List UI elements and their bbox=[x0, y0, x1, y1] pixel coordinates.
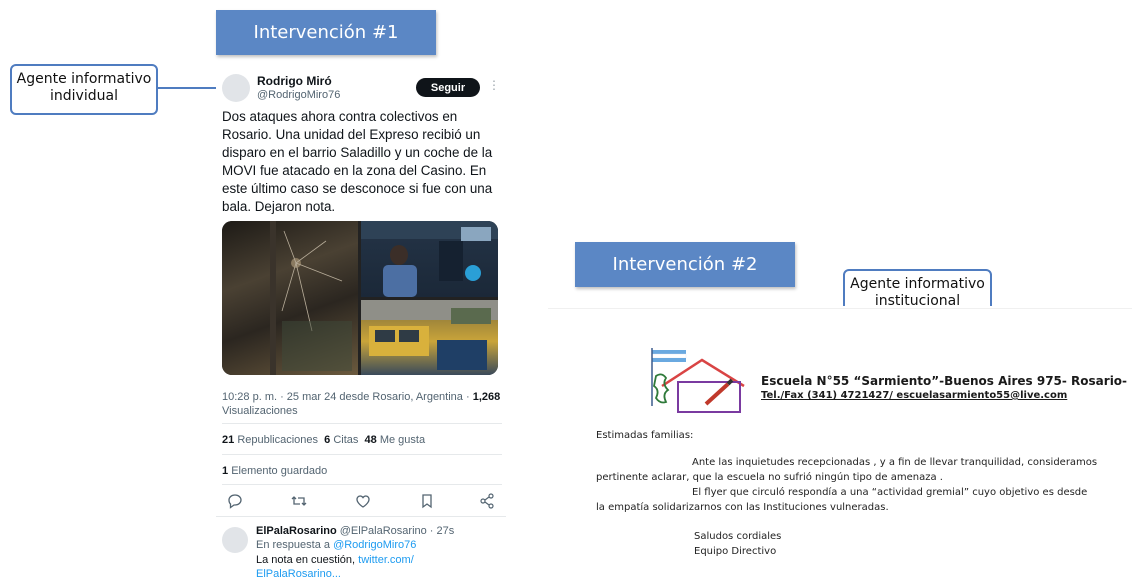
reply-text: La nota en cuestión, twitter.com/ bbox=[256, 554, 414, 566]
reply-link-part2[interactable]: ElPalaRosarino... bbox=[256, 568, 341, 580]
school-letter: Escuela N°55 “Sarmiento”-Buenos Aires 97… bbox=[548, 306, 1132, 586]
school-name: Escuela N°55 “Sarmiento”-Buenos Aires 97… bbox=[761, 374, 1128, 388]
reposts-label[interactable]: Republicaciones bbox=[237, 434, 318, 446]
reply-prefix: En respuesta a bbox=[256, 539, 330, 551]
divider bbox=[222, 484, 502, 485]
letter-closing-1: Saludos cordiales bbox=[694, 531, 782, 542]
intervention-1-banner: Intervención #1 bbox=[216, 10, 436, 55]
repost-icon[interactable] bbox=[290, 492, 308, 510]
intervention-2-banner: Intervención #2 bbox=[575, 242, 795, 287]
letter-paragraph-1-line-2: pertinente aclarar, que la escuela no su… bbox=[596, 472, 943, 483]
saved-label: Elemento guardado bbox=[231, 465, 328, 477]
divider bbox=[222, 423, 502, 424]
bookmarks-stat: 1 Elemento guardado bbox=[222, 465, 327, 477]
callout-individual-line2: individual bbox=[50, 88, 118, 104]
author-avatar[interactable] bbox=[222, 74, 250, 102]
reply-link-line: ElPalaRosarino... bbox=[256, 568, 341, 580]
likes-count[interactable]: 48 bbox=[365, 434, 377, 446]
reply-link-part1[interactable]: twitter.com/ bbox=[358, 554, 414, 566]
callout-individual-line1: Agente informativo bbox=[16, 71, 152, 87]
bookmark-icon[interactable] bbox=[418, 492, 436, 510]
callout-individual-connector bbox=[158, 87, 220, 89]
likes-label[interactable]: Me gusta bbox=[380, 434, 425, 446]
tweet-line: Dos ataques ahora contra colectivos en bbox=[222, 109, 458, 124]
media-photo-bus[interactable] bbox=[361, 300, 498, 375]
views-count: 1,268 bbox=[472, 391, 501, 403]
views-label: Visualizaciones bbox=[222, 405, 298, 417]
letter-paragraph-2-line-2: la empatía solidarizarnos con las Instit… bbox=[596, 502, 889, 513]
tweet-line: MOVI fue atacado en la zona del Casino. … bbox=[222, 163, 487, 178]
quotes-label[interactable]: Citas bbox=[333, 434, 358, 446]
letter-closing-2: Equipo Directivo bbox=[694, 546, 777, 557]
reply-icon[interactable] bbox=[226, 492, 244, 510]
media-photo-driver[interactable] bbox=[361, 221, 498, 297]
reply-tweet[interactable]: ElPalaRosarino @ElPalaRosarino · 27s En … bbox=[216, 516, 506, 587]
divider bbox=[222, 454, 502, 455]
letter-paragraph-2-line-1: El flyer que circuló respondía a una “ac… bbox=[692, 487, 1088, 498]
reply-author[interactable]: ElPalaRosarino @ElPalaRosarino · 27s bbox=[256, 525, 454, 537]
letter-paragraph-1-line-1: Ante las inquietudes recepcionadas , y a… bbox=[692, 457, 1098, 468]
tweet-line: bala. Dejaron nota. bbox=[222, 199, 336, 214]
intervention-1-label: Intervención #1 bbox=[253, 22, 399, 43]
reply-handle-time: @ElPalaRosarino · 27s bbox=[339, 525, 455, 537]
like-icon[interactable] bbox=[354, 492, 372, 510]
media-photo-broken-window[interactable] bbox=[222, 221, 358, 375]
share-icon[interactable] bbox=[478, 492, 496, 510]
more-options-icon[interactable]: ⋮ bbox=[488, 78, 500, 92]
author-name[interactable]: Rodrigo Miró bbox=[257, 74, 332, 88]
tweet-timestamp[interactable]: 10:28 p. m. · 25 mar 24 desde Rosario, A… bbox=[222, 391, 470, 403]
saved-count: 1 bbox=[222, 465, 229, 477]
reply-avatar[interactable] bbox=[222, 527, 248, 553]
quotes-count[interactable]: 6 bbox=[324, 434, 330, 446]
callout-individual-agent: Agente informativo individual bbox=[10, 64, 158, 115]
tweet-actions-bar bbox=[226, 492, 494, 512]
tweet-stats: 21 Republicaciones 6 Citas 48 Me gusta bbox=[222, 434, 425, 446]
reply-name[interactable]: ElPalaRosarino bbox=[256, 525, 337, 537]
tweet-body: Dos ataques ahora contra colectivos en R… bbox=[222, 108, 506, 216]
reposts-count[interactable]: 21 bbox=[222, 434, 234, 446]
school-logo bbox=[648, 346, 748, 416]
tweet-line: disparo en el barrio Saladillo y un coch… bbox=[222, 145, 493, 160]
author-handle[interactable]: @RodrigoMiro76 bbox=[257, 89, 340, 101]
tweet-line: Rosario. Una unidad del Expreso recibió … bbox=[222, 127, 481, 142]
reply-to-handle-link[interactable]: @RodrigoMiro76 bbox=[333, 539, 416, 551]
tweet-card: Rodrigo Miró @RodrigoMiro76 Seguir ⋮ Dos… bbox=[216, 62, 506, 586]
follow-button[interactable]: Seguir bbox=[416, 78, 480, 97]
intervention-2-label: Intervención #2 bbox=[612, 254, 758, 275]
letter-divider bbox=[548, 308, 1132, 309]
school-contact: Tel./Fax (341) 4721427/ escuelasarmiento… bbox=[761, 390, 1068, 401]
tweet-line: este último caso se desconoce si fue con… bbox=[222, 181, 493, 196]
tweet-meta: 10:28 p. m. · 25 mar 24 desde Rosario, A… bbox=[222, 390, 500, 418]
reply-context: En respuesta a @RodrigoMiro76 bbox=[256, 539, 416, 551]
letter-greeting: Estimadas familias: bbox=[596, 430, 694, 441]
tweet-media-grid[interactable] bbox=[222, 221, 498, 375]
callout-institutional-line1: Agente informativo bbox=[850, 276, 985, 292]
reply-text-body: La nota en cuestión, bbox=[256, 554, 356, 566]
